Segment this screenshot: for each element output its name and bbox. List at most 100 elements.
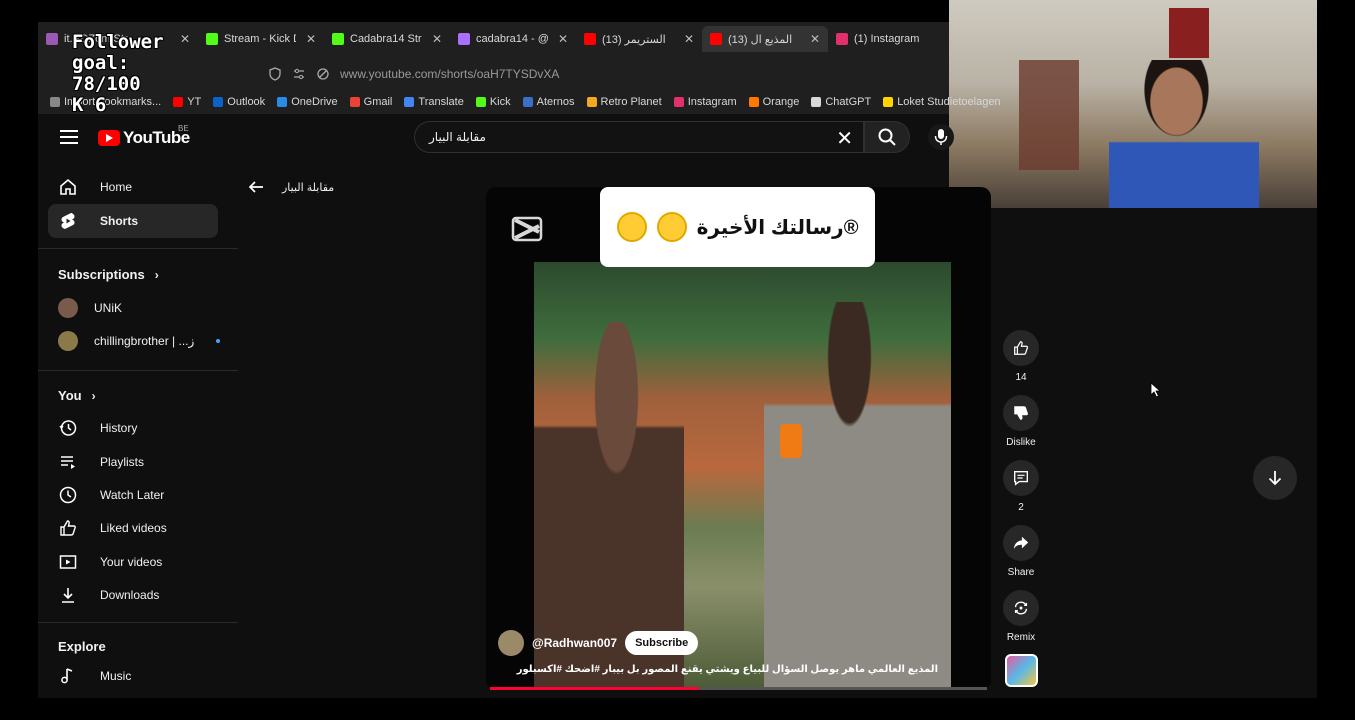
browser-tab[interactable]: المذيع ال (13) ✕ (702, 26, 828, 52)
dislike-button[interactable]: Dislike (1003, 395, 1039, 448)
bookmark-label: YT (187, 96, 202, 108)
bookmark-item[interactable]: Translate (404, 96, 464, 108)
like-button[interactable]: 14 (1003, 330, 1039, 383)
arrow-down-icon (1268, 471, 1282, 486)
bookmark-label: Gmail (363, 96, 393, 108)
dislike-label: Dislike (1006, 437, 1036, 448)
sidebar-item-shorts[interactable]: Shorts (48, 204, 218, 238)
sidebar-divider (38, 622, 238, 623)
webcam-feed (949, 0, 1317, 208)
url-text[interactable]: www.youtube.com/shorts/oaH7TYSDvXA (340, 67, 559, 81)
clear-search-icon[interactable]: ✕ (836, 126, 853, 151)
remix-button[interactable]: Remix (1003, 590, 1039, 643)
tab-close-icon[interactable]: ✕ (432, 32, 442, 46)
sidebar-item-playlists[interactable]: Playlists (48, 445, 218, 479)
browser-tab[interactable]: (1) Instagram (828, 26, 938, 52)
video-caption[interactable]: المذيع العالمي ماهر يوصل السؤال للبياع و… (498, 664, 938, 675)
shield-icon (269, 67, 281, 81)
bookmark-item[interactable]: Instagram (673, 96, 737, 108)
browser-tab[interactable]: الستريمر (13) ✕ (576, 26, 702, 52)
bookmark-item[interactable]: OneDrive (277, 96, 338, 108)
bookmark-item[interactable]: Aternos (522, 96, 575, 108)
sidebar-item-liked-videos[interactable]: Liked videos (48, 511, 218, 545)
tab-favicon-icon (710, 33, 722, 45)
sidebar-item-your-videos[interactable]: Your videos (48, 545, 218, 579)
share-button[interactable]: Share (1003, 525, 1039, 578)
bookmark-label: Orange (762, 96, 800, 108)
bookmark-label: Instagram (687, 96, 737, 108)
bookmark-item[interactable]: YT (173, 96, 201, 108)
tab-close-icon[interactable]: ✕ (306, 32, 316, 46)
new-content-dot (216, 339, 221, 343)
tab-close-icon[interactable]: ✕ (558, 32, 568, 46)
voice-search-button[interactable] (928, 124, 954, 150)
bookmark-item[interactable]: Retro Planet (586, 96, 662, 108)
video-frame[interactable] (534, 262, 951, 690)
tab-close-icon[interactable]: ✕ (180, 32, 190, 46)
bookmark-item[interactable]: Kick (475, 96, 511, 108)
subscription-label: UNiK (94, 301, 123, 315)
avatar (58, 298, 78, 318)
address-bar[interactable]: www.youtube.com/shorts/oaH7TYSDvXA (38, 60, 949, 88)
tracking-icon[interactable] (316, 67, 330, 81)
subscription-unik[interactable]: UNiK (58, 298, 122, 318)
bookmark-favicon-icon (811, 97, 822, 107)
tab-label: cadabra14 - @cad (476, 33, 548, 45)
sidebar-item-music[interactable]: Music (48, 659, 218, 693)
tab-close-icon[interactable]: ✕ (684, 32, 694, 46)
bookmark-label: Retro Planet (600, 96, 662, 108)
channel-info: @Radhwan007 Subscribe (498, 630, 699, 656)
hamburger-menu-icon[interactable] (60, 130, 78, 144)
browser-tab[interactable]: cadabra14 - @cad ✕ (450, 26, 576, 52)
channel-avatar[interactable] (498, 630, 524, 656)
banner-text: رسالتك الأخيرة® (696, 216, 859, 239)
search-input[interactable]: مقابلة البيار ✕ (414, 121, 864, 153)
subscription-chillingbrother[interactable]: chillingbrother | ...ز (58, 331, 221, 351)
bookmark-label: Kick (489, 96, 511, 108)
youtube-logo[interactable]: YouTube (98, 128, 190, 148)
browser-tab[interactable]: Cadabra14 Str ✕ (324, 26, 450, 52)
chevron-right-icon: › (154, 267, 159, 282)
your-videos-icon (59, 555, 77, 569)
bookmark-item[interactable]: Loket Studietoelagen (883, 96, 1001, 108)
permissions-icon[interactable] (292, 67, 306, 81)
playlists-icon (61, 456, 75, 469)
sidebar-item-label: History (100, 421, 138, 435)
search-query[interactable]: مقابلة البيار (429, 130, 486, 144)
sidebar-item-label: Music (100, 669, 132, 683)
browser-tab[interactable]: Stream - Kick Dash ✕ (198, 26, 324, 52)
comments-button[interactable]: 2 (1003, 460, 1039, 513)
remix-label: Remix (1006, 632, 1036, 643)
sidebar-item-label: Liked videos (100, 521, 167, 535)
sidebar-item-home[interactable]: Home (48, 170, 218, 204)
tab-close-icon[interactable]: ✕ (810, 32, 820, 46)
progress-fill (490, 687, 699, 690)
tab-favicon-icon (206, 33, 218, 45)
explore-heading: Explore (58, 639, 106, 654)
bookmark-label: Translate (418, 96, 464, 108)
subscriptions-heading[interactable]: Subscriptions › (58, 267, 159, 282)
bookmark-item[interactable]: Outlook (213, 96, 265, 108)
video-progress-bar[interactable] (490, 687, 987, 690)
liked-videos-icon (60, 520, 76, 536)
next-short-button[interactable] (1253, 456, 1297, 500)
bookmarks-bar: Import bookmarks... YT Outlook OneDrive Gmai… (38, 92, 1001, 112)
bookmark-item[interactable]: ChatGPT (811, 96, 871, 108)
bookmark-item[interactable]: Gmail (349, 96, 393, 108)
sound-thumbnail[interactable] (1005, 654, 1038, 687)
bookmark-favicon-icon (404, 97, 415, 107)
sidebar-item-watch-later[interactable]: Watch Later (48, 478, 218, 512)
comment-icon (1014, 471, 1028, 486)
search-button[interactable] (864, 121, 910, 153)
microphone-icon (934, 129, 948, 145)
bookmark-item[interactable]: Orange (748, 96, 800, 108)
subscribe-button[interactable]: Subscribe (625, 631, 699, 655)
tab-favicon-icon (584, 33, 596, 45)
back-button[interactable]: مقابلة البيار (248, 180, 334, 194)
channel-name[interactable]: @Radhwan007 (532, 636, 617, 650)
tab-favicon-icon (332, 33, 344, 45)
sidebar-divider (38, 248, 238, 249)
you-heading[interactable]: You › (58, 388, 96, 403)
sidebar-item-history[interactable]: History (48, 411, 218, 445)
sidebar-item-downloads[interactable]: Downloads (48, 578, 218, 612)
